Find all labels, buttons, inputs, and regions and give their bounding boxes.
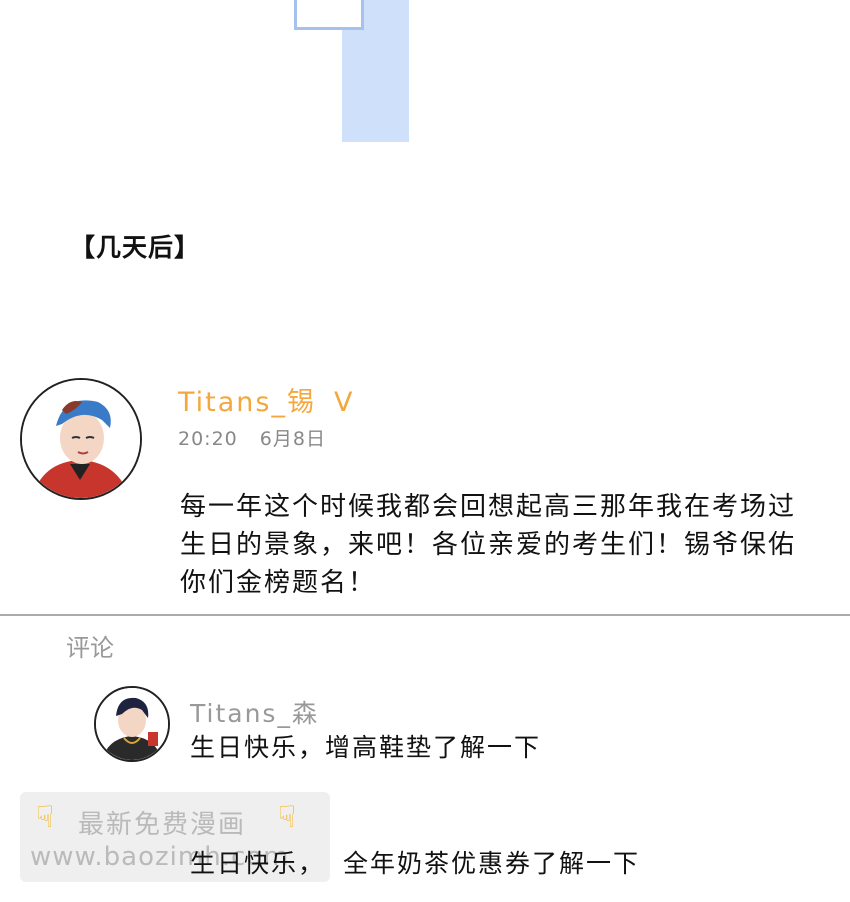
- post-date: 6月8日: [259, 428, 326, 450]
- post-username[interactable]: Titans_锡 V: [178, 380, 354, 419]
- comment-text: 生日快乐， 全年奶茶优惠券了解一下: [190, 844, 640, 880]
- comment-text-prefix: 生日快乐，: [190, 849, 326, 878]
- pointing-hand-icon: ☟: [36, 800, 55, 835]
- comment-username[interactable]: Titans_森: [190, 694, 319, 730]
- post-time: 20:20: [178, 428, 238, 450]
- section-divider: [0, 614, 850, 616]
- watermark-title: 最新免费漫画: [78, 810, 247, 840]
- comment-text: 生日快乐，增高鞋垫了解一下: [190, 733, 542, 762]
- comic-panel-frame: [294, 0, 364, 30]
- pointing-hand-icon: ☟: [278, 800, 297, 835]
- comment-avatar[interactable]: [94, 686, 170, 762]
- post-timestamp: 20:20 6月8日: [178, 424, 326, 451]
- comments-heading: 评论: [66, 634, 114, 662]
- avatar-illustration-icon: [22, 380, 140, 498]
- scene-caption: 【几天后】: [70, 233, 201, 262]
- post-avatar[interactable]: [20, 378, 142, 500]
- comment-text-rest: 全年奶茶优惠券了解一下: [343, 849, 641, 878]
- avatar-illustration-icon: [96, 688, 168, 760]
- post-body: 每一年这个时候我都会回想起高三那年我在考场过生日的景象，来吧！各位亲爱的考生们！…: [180, 492, 797, 598]
- post-username-text[interactable]: Titans_锡: [178, 387, 316, 418]
- verified-badge-icon: V: [333, 387, 355, 418]
